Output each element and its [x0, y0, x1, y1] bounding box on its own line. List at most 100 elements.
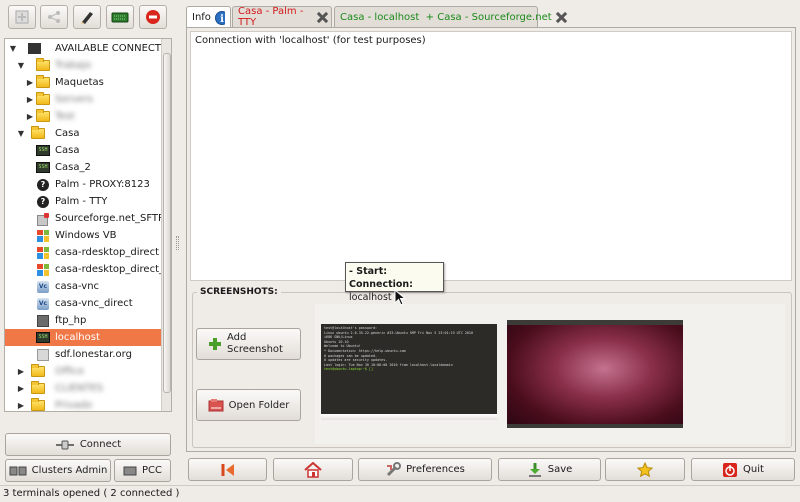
expander-icon[interactable]: ▶ [17, 401, 25, 410]
folder-icon [36, 92, 50, 106]
tree-item[interactable]: casa-rdesktop_direct [5, 244, 161, 261]
tree-item[interactable]: Sourceforge.net_SFTP [5, 210, 165, 227]
tree-item[interactable]: ▼ Casa [5, 125, 161, 142]
tree-item[interactable]: ▶ Servers [5, 91, 161, 108]
tree-item-label: Palm - PROXY:8123 [55, 179, 150, 190]
tree-item[interactable]: ▶ Test [5, 108, 161, 125]
tree-item[interactable]: SSH Casa_2 [5, 159, 161, 176]
tree-item[interactable]: ▶ CLIENTES [5, 380, 161, 397]
tab-info[interactable]: Info i [186, 6, 231, 28]
tree-item-label: casa-rdesktop_direct_19 [55, 264, 172, 275]
tree-item-label: CLIENTES [55, 383, 104, 394]
tree-item-selected[interactable]: SSH localhost [5, 329, 161, 346]
pane-splitter[interactable] [176, 236, 179, 250]
windows-icon [36, 263, 50, 276]
save-label: Save [547, 464, 573, 475]
tree-item-label: Sourceforge.net_SFTP [55, 213, 165, 224]
tree-item-label: casa-vnc_direct [55, 298, 133, 309]
tree-scrollbar[interactable] [161, 39, 171, 411]
new-connection-button[interactable] [8, 5, 36, 29]
tree-item[interactable]: SSH Casa [5, 142, 161, 159]
expander-icon[interactable]: ▼ [9, 44, 17, 53]
pcc-button[interactable]: PCC [114, 459, 171, 482]
expander-icon[interactable]: ▶ [17, 384, 25, 393]
edit-button[interactable] [73, 5, 101, 29]
scrollbar-thumb[interactable] [163, 53, 171, 393]
open-folder-button[interactable]: Open Folder [196, 389, 301, 421]
connect-label: Connect [79, 439, 122, 450]
terminal-screenshot-thumbnail[interactable]: test@localhost's password: Linux ubuntu … [321, 324, 497, 414]
tree-item-label: AVAILABLE CONNECTIONS [55, 43, 171, 54]
info-panel: Connection with 'localhost' (for test pu… [186, 27, 796, 452]
share-button[interactable] [40, 5, 68, 29]
quit-button[interactable]: Quit [691, 458, 795, 481]
desktop-bottom-panel [507, 424, 683, 428]
svg-text:i: i [220, 14, 224, 25]
tree-item-label: ftp_hp [55, 315, 87, 326]
computer-icon [36, 348, 50, 361]
info-description: Connection with 'localhost' (for test pu… [195, 35, 426, 46]
home-button[interactable] [273, 458, 353, 481]
tree-item-label: Servers [55, 94, 94, 105]
screenshots-gallery[interactable]: test@localhost's password: Linux ubuntu … [315, 304, 785, 444]
connections-tree[interactable]: ▼ AVAILABLE CONNECTIONS ▼ Trabajo ▶ Maqu… [4, 38, 172, 412]
tree-item[interactable]: Windows VB [5, 227, 161, 244]
expander-icon[interactable]: ▶ [26, 112, 34, 121]
expander-icon[interactable]: ▼ [17, 61, 25, 70]
tree-item[interactable]: casa-rdesktop_direct_19 [5, 261, 171, 278]
tab-label: Casa - Palm - TTY [238, 6, 304, 28]
add-screenshot-button[interactable]: Add Screenshot [196, 328, 301, 360]
connect-button[interactable]: Connect [5, 433, 171, 456]
tree-item-label: Windows VB [55, 230, 117, 241]
tree-item[interactable]: sdf.lonestar.org [5, 346, 161, 363]
tree-item[interactable]: ? Palm - TTY [5, 193, 161, 210]
status-text: 3 terminals opened ( 2 connected ) [3, 488, 180, 499]
tree-item[interactable]: ▼ Trabajo [5, 57, 161, 74]
add-icon [209, 338, 221, 350]
tools-icon [387, 461, 402, 476]
mouse-pointer-icon [394, 289, 406, 306]
expander-icon[interactable]: ▶ [26, 78, 34, 87]
pcc-icon [123, 466, 137, 475]
folder-icon [36, 58, 50, 72]
add-icon [15, 10, 29, 24]
remove-button[interactable] [139, 5, 167, 29]
tab-casa-palm-tty[interactable]: Casa - Palm - TTY [232, 6, 332, 28]
tree-item-label: sdf.lonestar.org [55, 349, 132, 360]
ssh-icon: SSH [36, 144, 50, 157]
save-icon [528, 462, 541, 477]
first-button[interactable] [188, 458, 267, 481]
tree-item-label: Test [55, 111, 75, 122]
tree-item[interactable]: ftp_hp [5, 312, 161, 329]
tree-item[interactable]: Vc casa-vnc_direct [5, 295, 161, 312]
tree-item[interactable]: ▶ Office [5, 363, 161, 380]
save-button[interactable]: Save [498, 458, 601, 481]
info-text-area[interactable]: Connection with 'localhost' (for test pu… [190, 31, 792, 281]
ftp-icon [36, 314, 50, 327]
tree-item[interactable]: ? Palm - PROXY:8123 [5, 176, 161, 193]
tooltip: - Start: Connection: localhost [345, 262, 444, 303]
ssh-icon: SSH [36, 161, 50, 174]
expander-icon[interactable]: ▼ [17, 129, 25, 138]
skip-back-icon [221, 463, 234, 476]
tree-item-label: Trabajo [55, 60, 92, 71]
preferences-button[interactable]: Preferences [358, 458, 492, 481]
keyboard-button[interactable] [106, 5, 134, 29]
tree-root[interactable]: ▼ AVAILABLE CONNECTIONS [5, 40, 171, 57]
tab-casa-localhost[interactable]: Casa - localhost + Casa - Sourceforge.ne… [334, 6, 552, 27]
close-icon[interactable] [317, 12, 326, 23]
favorites-button[interactable] [605, 458, 685, 481]
expander-icon[interactable]: ▶ [26, 95, 34, 104]
folder-icon [36, 75, 50, 89]
tree-item[interactable]: ▶ Maquetas [5, 74, 161, 91]
clusters-admin-button[interactable]: Clusters Admin [5, 459, 111, 482]
tree-item[interactable]: ▶ Privado [5, 397, 161, 411]
desktop-screenshot-thumbnail[interactable] [507, 320, 683, 428]
tree-item[interactable]: Vc casa-vnc [5, 278, 161, 295]
folder-open-icon [208, 399, 224, 412]
home-icon [304, 461, 322, 478]
question-icon: ? [36, 195, 50, 208]
tree-item-label: localhost [55, 332, 100, 343]
expander-icon[interactable]: ▶ [17, 367, 25, 376]
tree-item-label: Office [55, 366, 85, 377]
